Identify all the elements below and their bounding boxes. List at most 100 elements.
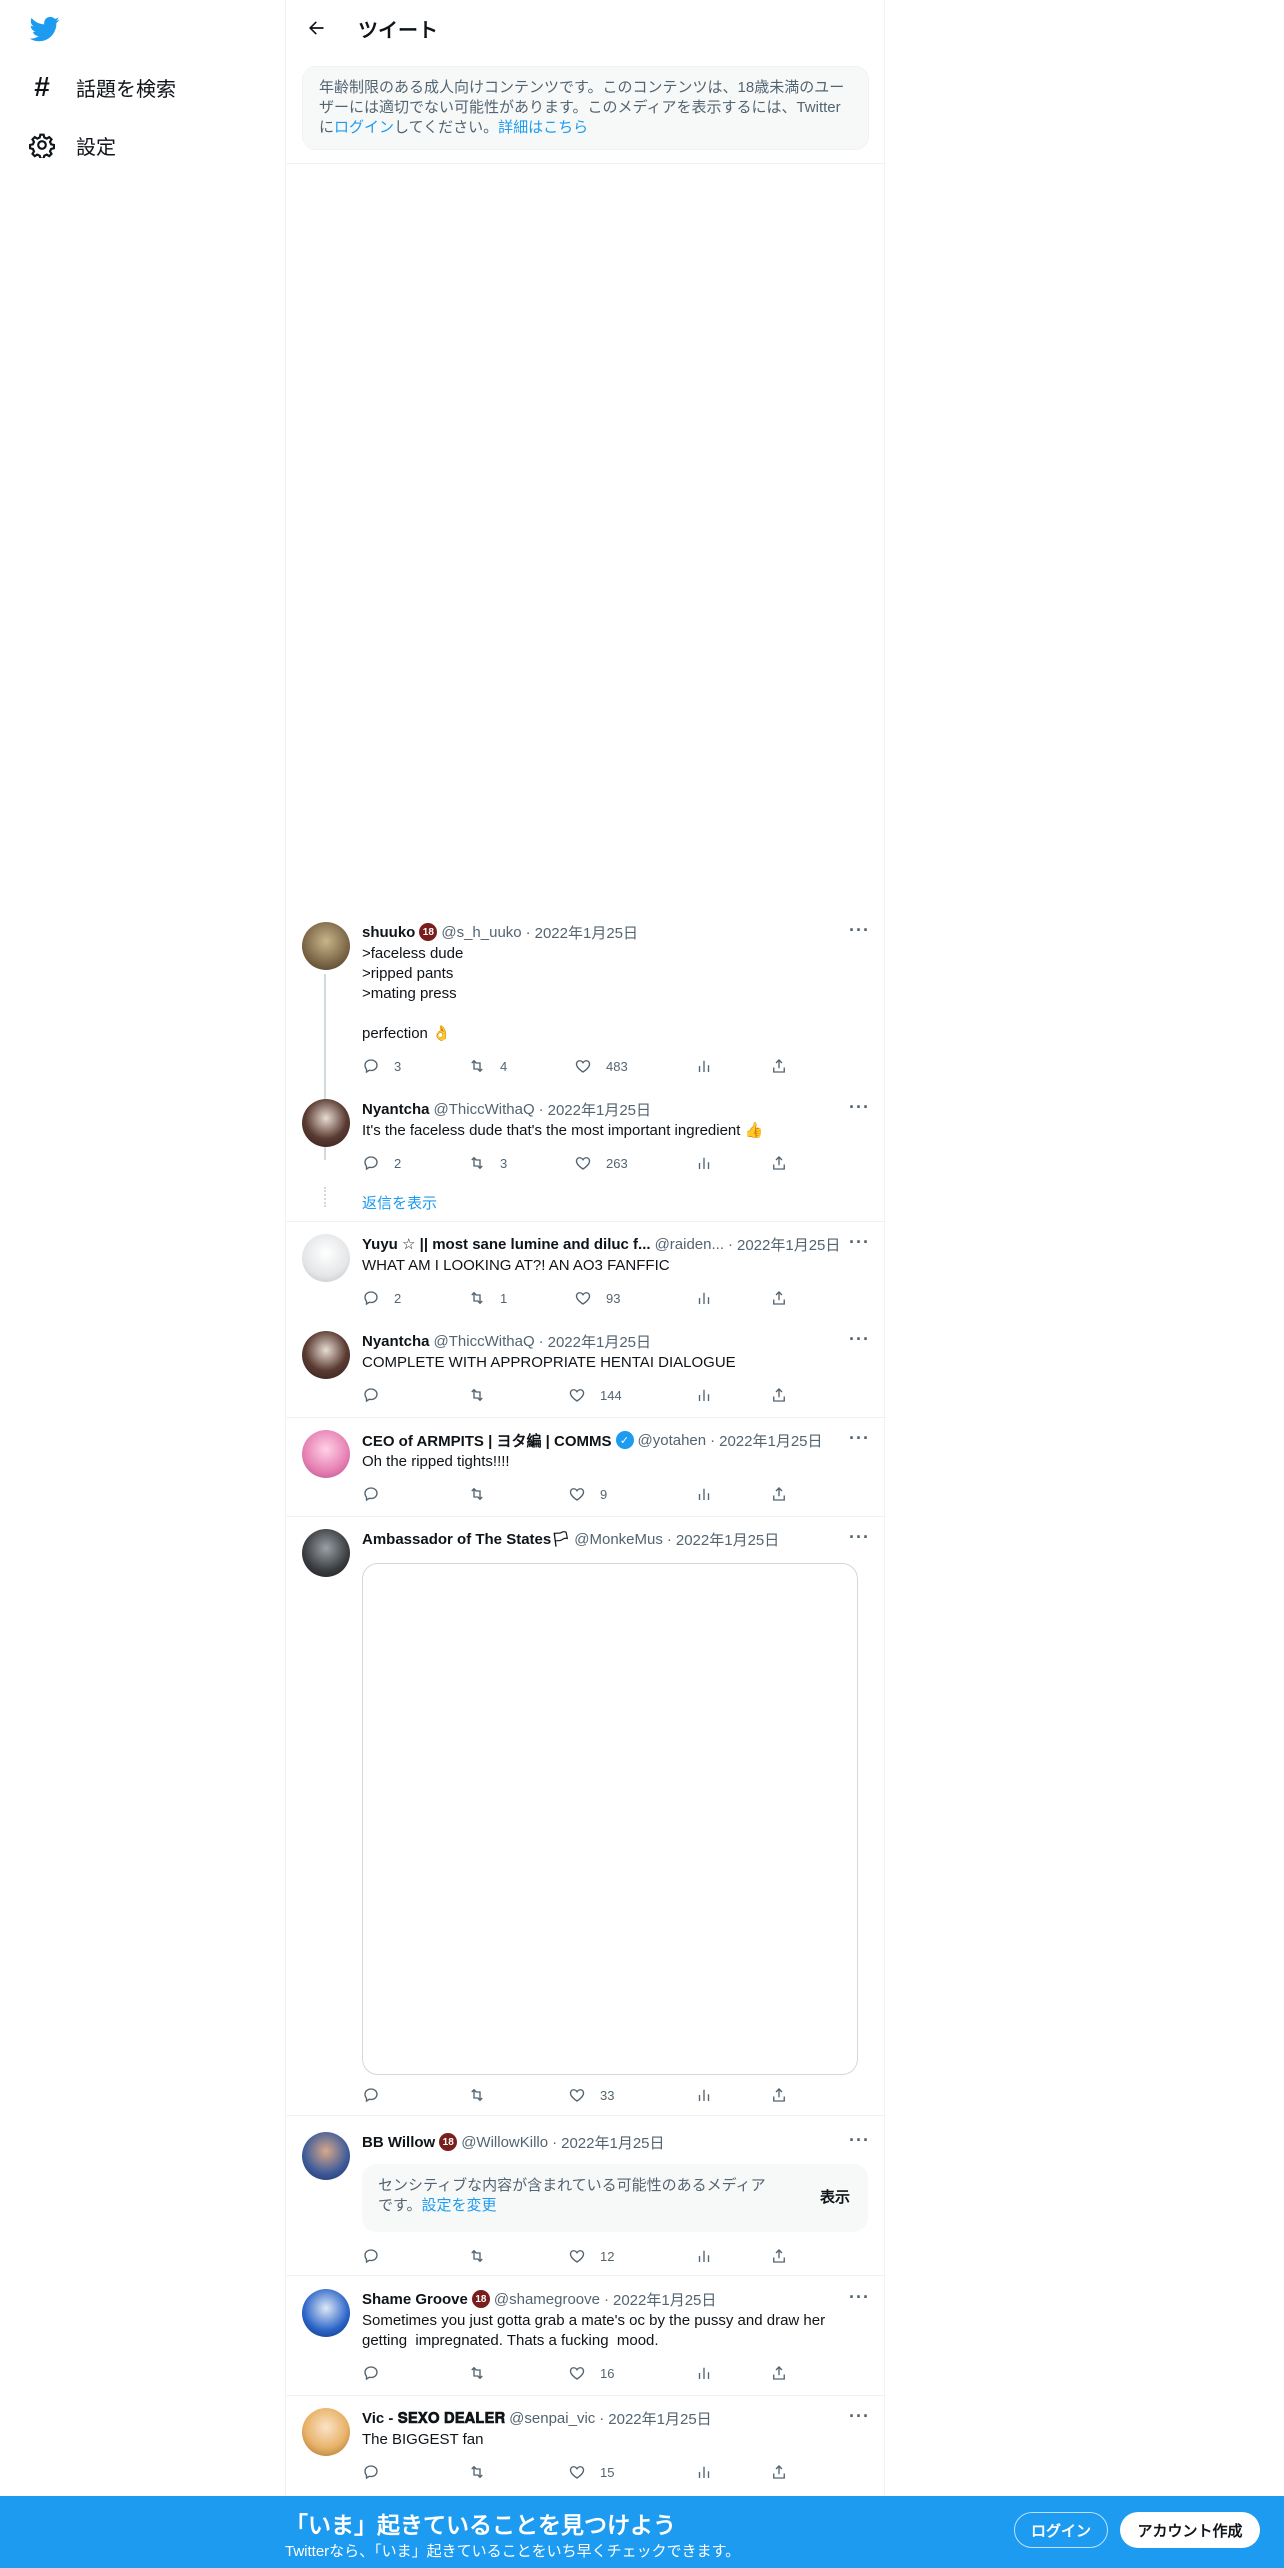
retweet-button[interactable]: [468, 2363, 500, 2383]
avatar[interactable]: [302, 1331, 350, 1379]
avatar[interactable]: [302, 1430, 350, 1478]
learn-more-link[interactable]: 詳細はこちら: [498, 119, 588, 136]
reply-button[interactable]: [362, 2462, 394, 2482]
twitter-logo-icon[interactable]: [28, 14, 62, 44]
tweet-date[interactable]: 2022年1月25日: [719, 1430, 822, 1451]
more-options-icon[interactable]: ···: [849, 1232, 870, 1253]
share-button[interactable]: [770, 1385, 788, 1405]
reply-button[interactable]: 2: [362, 1153, 401, 1173]
analytics-button[interactable]: [695, 1484, 713, 1504]
avatar[interactable]: [302, 2132, 350, 2180]
change-settings-link[interactable]: 設定を変更: [422, 2197, 497, 2214]
like-button[interactable]: 263: [574, 1153, 628, 1173]
tweet[interactable]: Yuyu ☆ || most sane lumine and diluc f..…: [286, 1232, 886, 1312]
reply-button[interactable]: [362, 1484, 394, 1504]
signup-button[interactable]: アカウント作成: [1120, 2512, 1260, 2548]
analytics-button[interactable]: [695, 1385, 713, 1405]
author-handle[interactable]: @senpai_vic: [509, 2410, 595, 2427]
author-name[interactable]: shuuko: [362, 924, 415, 941]
more-options-icon[interactable]: ···: [849, 1097, 870, 1118]
share-button[interactable]: [770, 1153, 788, 1173]
analytics-button[interactable]: [695, 1056, 713, 1076]
tweet-date[interactable]: 2022年1月25日: [561, 2132, 664, 2153]
analytics-button[interactable]: [695, 2363, 713, 2383]
reply-button[interactable]: 3: [362, 1056, 401, 1076]
tweet[interactable]: shuuko 18 @s_h_uuko · 2022年1月25日 ··· >fa…: [286, 920, 886, 1160]
show-replies-link[interactable]: 返信を表示: [362, 1192, 437, 1213]
author-name[interactable]: CEO of ARMPITS | ヨタ編 | COMMS: [362, 1430, 612, 1451]
tweet-date[interactable]: 2022年1月25日: [548, 1099, 651, 1120]
retweet-button[interactable]: [468, 2085, 500, 2105]
avatar[interactable]: [302, 922, 350, 970]
more-options-icon[interactable]: ···: [849, 920, 870, 941]
author-name[interactable]: Yuyu ☆ || most sane lumine and diluc f..…: [362, 1235, 651, 1253]
share-button[interactable]: [770, 1288, 788, 1308]
author-name[interactable]: Ambassador of The States🏳: [362, 1530, 570, 1548]
author-handle[interactable]: @raiden...: [655, 1236, 724, 1253]
avatar[interactable]: [302, 1234, 350, 1282]
share-button[interactable]: [770, 2462, 788, 2482]
share-button[interactable]: [770, 2363, 788, 2383]
login-button[interactable]: ログイン: [1014, 2512, 1108, 2548]
analytics-button[interactable]: [695, 1288, 713, 1308]
login-link[interactable]: ログイン: [334, 119, 394, 136]
avatar[interactable]: [302, 2408, 350, 2456]
author-name[interactable]: Shame Groove: [362, 2291, 468, 2308]
retweet-button[interactable]: [468, 2462, 500, 2482]
share-button[interactable]: [770, 2246, 788, 2266]
retweet-button[interactable]: [468, 2246, 500, 2266]
back-arrow-icon[interactable]: [300, 12, 332, 44]
tweet[interactable]: Nyantcha @ThiccWithaQ · 2022年1月25日 ··· C…: [286, 1329, 886, 1409]
show-media-button[interactable]: 表示: [820, 2188, 850, 2208]
tweet[interactable]: Ambassador of The States🏳 @MonkeMus · 20…: [286, 1527, 886, 2107]
tweet-date[interactable]: 2022年1月25日: [535, 922, 638, 943]
more-options-icon[interactable]: ···: [849, 1329, 870, 1350]
more-options-icon[interactable]: ···: [849, 1527, 870, 1548]
author-handle[interactable]: @MonkeMus: [574, 1531, 663, 1548]
avatar[interactable]: [302, 1529, 350, 1577]
author-handle[interactable]: @yotahen: [638, 1432, 707, 1449]
retweet-button[interactable]: 4: [468, 1056, 507, 1076]
author-name[interactable]: BB Willow: [362, 2134, 435, 2151]
like-button[interactable]: 483: [574, 1056, 628, 1076]
reply-button[interactable]: [362, 2363, 394, 2383]
tweet-date[interactable]: 2022年1月25日: [548, 1331, 651, 1352]
share-button[interactable]: [770, 1484, 788, 1504]
author-name[interactable]: Nyantcha: [362, 1333, 430, 1350]
media-container[interactable]: [362, 1563, 858, 2075]
more-options-icon[interactable]: ···: [849, 2287, 870, 2308]
tweet-date[interactable]: 2022年1月25日: [737, 1234, 840, 1255]
analytics-button[interactable]: [695, 2085, 713, 2105]
retweet-button[interactable]: 3: [468, 1153, 507, 1173]
tweet[interactable]: CEO of ARMPITS | ヨタ編 | COMMS ✓ @yotahen …: [286, 1428, 886, 1508]
author-name[interactable]: Vic - 𝐒𝐄𝐗𝐎 𝐃𝐄𝐀𝐋𝐄𝐑: [362, 2410, 505, 2427]
like-button[interactable]: 144: [568, 1385, 622, 1405]
retweet-button[interactable]: 1: [468, 1288, 507, 1308]
retweet-button[interactable]: [468, 1385, 500, 1405]
author-handle[interactable]: @ThiccWithaQ: [434, 1333, 535, 1350]
tweet-date[interactable]: 2022年1月25日: [676, 1529, 779, 1550]
retweet-button[interactable]: [468, 1484, 500, 1504]
avatar[interactable]: [302, 2289, 350, 2337]
more-options-icon[interactable]: ···: [849, 1428, 870, 1449]
like-button[interactable]: 12: [568, 2246, 614, 2266]
like-button[interactable]: 16: [568, 2363, 614, 2383]
author-handle[interactable]: @ThiccWithaQ: [434, 1101, 535, 1118]
share-button[interactable]: [770, 2085, 788, 2105]
share-button[interactable]: [770, 1056, 788, 1076]
like-button[interactable]: 93: [574, 1288, 620, 1308]
author-handle[interactable]: @WillowKillo: [461, 2134, 548, 2151]
analytics-button[interactable]: [695, 2462, 713, 2482]
like-button[interactable]: 9: [568, 1484, 607, 1504]
sidebar-item-settings[interactable]: 設定: [28, 125, 116, 165]
reply-button[interactable]: [362, 1385, 394, 1405]
sidebar-item-explore[interactable]: # 話題を検索: [28, 67, 176, 107]
reply-button[interactable]: [362, 2085, 394, 2105]
avatar[interactable]: [302, 1099, 350, 1147]
tweet-date[interactable]: 2022年1月25日: [613, 2289, 716, 2310]
tweet[interactable]: Shame Groove 18 @shamegroove · 2022年1月25…: [286, 2287, 886, 2387]
author-handle[interactable]: @shamegroove: [494, 2291, 600, 2308]
like-button[interactable]: 33: [568, 2085, 614, 2105]
author-name[interactable]: Nyantcha: [362, 1101, 430, 1118]
tweet[interactable]: Nyantcha @ThiccWithaQ · 2022年1月25日 ··· I…: [286, 1097, 886, 1177]
